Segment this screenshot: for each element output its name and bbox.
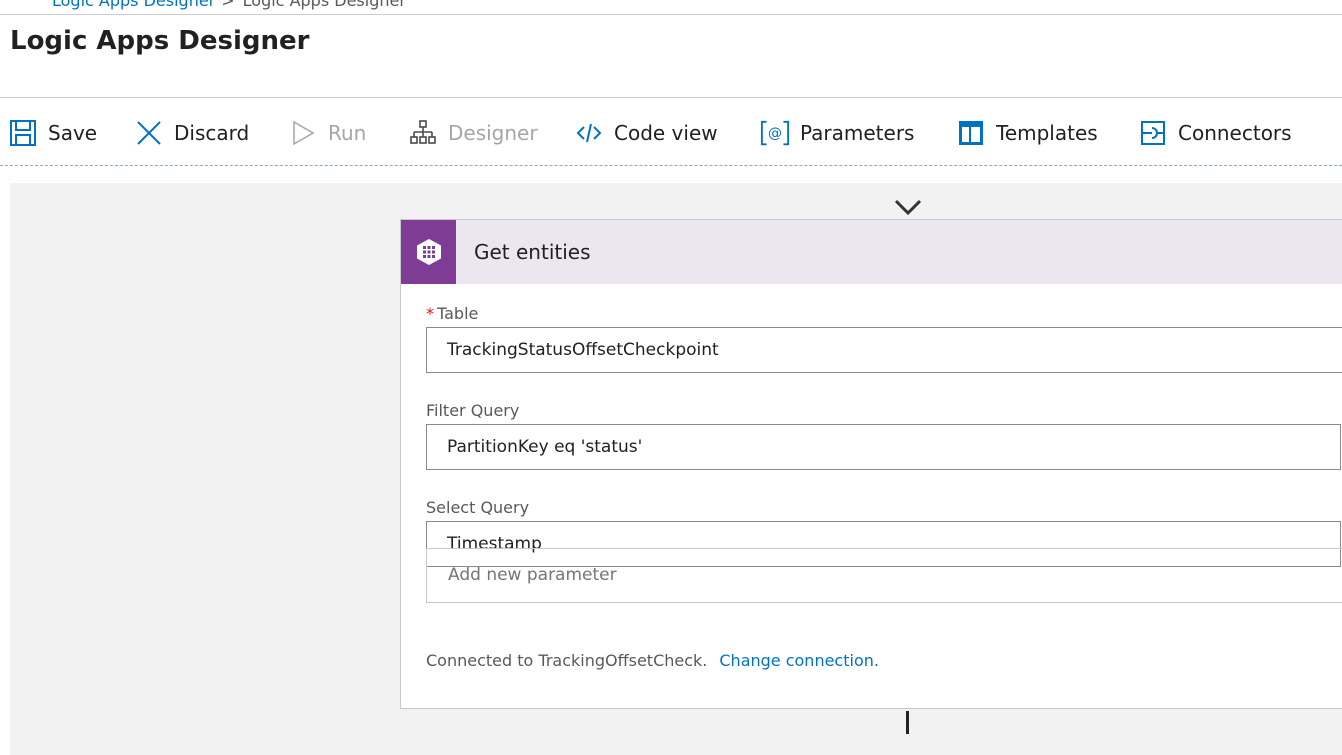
designer-label: Designer <box>448 121 538 145</box>
breadcrumb-link[interactable]: Logic Apps Designer <box>52 0 215 10</box>
connection-text: Connected to TrackingOffsetCheck. <box>426 651 708 670</box>
designer-toolbar: Save Discard Run Designer Code view @ Pa… <box>0 100 1342 166</box>
page-title: Logic Apps Designer <box>10 26 310 56</box>
save-button[interactable]: Save <box>8 116 97 150</box>
table-field-label: * Table <box>426 304 479 323</box>
hierarchy-icon <box>408 118 438 148</box>
connectors-label: Connectors <box>1178 121 1292 145</box>
breadcrumb-separator: > <box>221 0 235 10</box>
filter-query-field[interactable]: PartitionKey eq 'status' <box>426 424 1341 470</box>
at-sign-icon: @ <box>760 118 790 148</box>
templates-button[interactable]: Templates <box>956 116 1098 150</box>
code-view-button[interactable]: Code view <box>574 116 718 150</box>
breadcrumb-current: Logic Apps Designer <box>242 0 406 10</box>
svg-text:@: @ <box>768 126 782 142</box>
designer-button[interactable]: Designer <box>408 116 538 150</box>
save-label: Save <box>48 121 98 145</box>
change-connection-link[interactable]: Change connection. <box>719 651 879 670</box>
card-title: Get entities <box>474 240 591 264</box>
add-new-parameter-placeholder: Add new parameter <box>448 565 617 585</box>
flow-arrow-icon <box>894 199 922 216</box>
code-icon <box>574 118 604 148</box>
run-label: Run <box>328 121 367 145</box>
discard-button[interactable]: Discard <box>134 116 249 150</box>
connection-info: Connected to TrackingOffsetCheck. Change … <box>426 651 879 670</box>
azure-table-storage-icon <box>401 220 456 284</box>
templates-label: Templates <box>996 121 1098 145</box>
template-icon <box>956 118 986 148</box>
add-new-parameter-dropdown[interactable]: Add new parameter <box>426 548 1342 603</box>
table-field-value: TrackingStatusOffsetCheckpoint <box>447 340 719 360</box>
select-query-label: Select Query <box>426 498 530 517</box>
save-icon <box>8 118 38 148</box>
play-icon <box>288 118 318 148</box>
flow-connector-line <box>906 711 909 734</box>
run-button[interactable]: Run <box>288 116 366 150</box>
discard-label: Discard <box>174 121 250 145</box>
table-field[interactable]: TrackingStatusOffsetCheckpoint <box>426 327 1342 373</box>
breadcrumb: Logic Apps Designer > Logic Apps Designer <box>0 0 1342 15</box>
get-entities-action-card: Get entities * Table TrackingStatusOffset… <box>400 219 1342 709</box>
connectors-button[interactable]: Connectors <box>1138 116 1292 150</box>
filter-query-value: PartitionKey eq 'status' <box>447 437 643 457</box>
code-view-label: Code view <box>614 121 718 145</box>
close-icon <box>134 118 164 148</box>
parameters-label: Parameters <box>800 121 915 145</box>
connector-icon <box>1138 118 1168 148</box>
parameters-button[interactable]: @ Parameters <box>760 116 914 150</box>
required-marker: * <box>426 304 434 323</box>
breadcrumb-trail: Logic Apps Designer > Logic Apps Designer <box>52 0 406 10</box>
title-divider <box>0 97 1342 98</box>
card-header[interactable]: Get entities <box>401 220 1342 284</box>
filter-query-label: Filter Query <box>426 401 520 420</box>
